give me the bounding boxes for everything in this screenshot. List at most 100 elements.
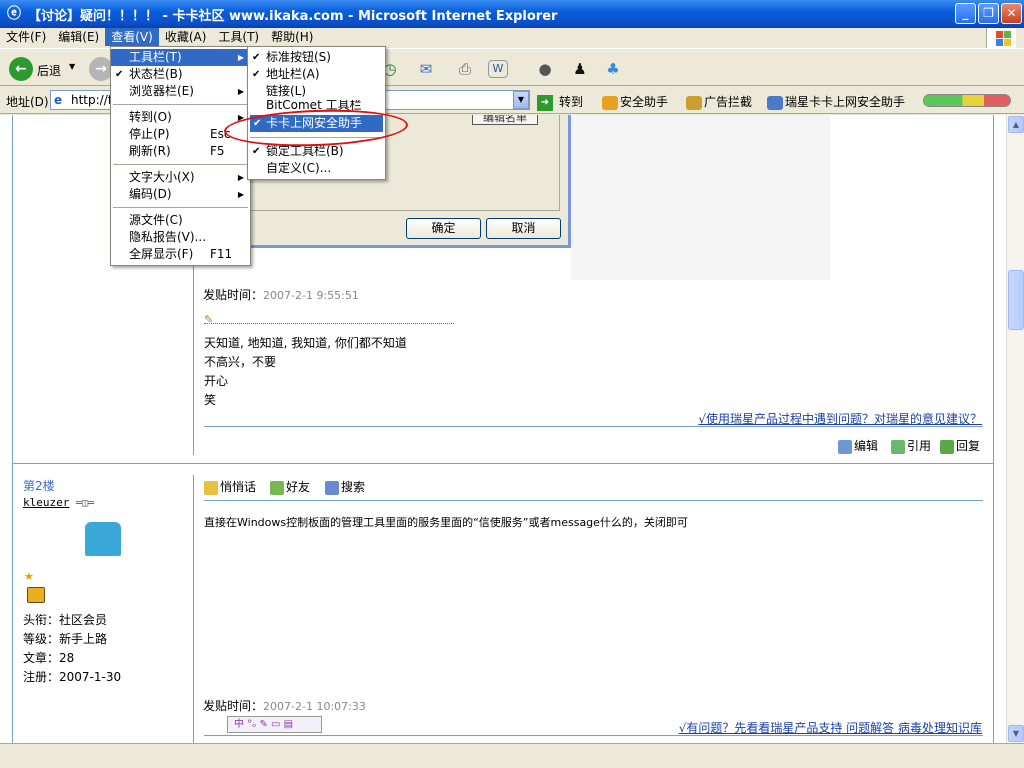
whisper-icon: [204, 480, 218, 495]
address-label: 地址(D): [6, 95, 49, 109]
toolbar-standard-buttons[interactable]: ✔ 标准按钮(S): [248, 49, 385, 66]
toolbar-address-bar[interactable]: ✔ 地址栏(A): [248, 66, 385, 83]
go-arrow-icon: ➜: [537, 94, 553, 111]
menu-favorites[interactable]: 收藏(A): [159, 28, 213, 46]
maximize-button[interactable]: ❐: [978, 3, 999, 24]
menu-separator: [113, 104, 248, 105]
print-icon[interactable]: ⎙: [452, 57, 478, 81]
toolbar-customize[interactable]: 自定义(C)...: [248, 160, 385, 177]
post1-line: 天知道, 地知道, 我知道, 你们都不知道: [204, 336, 407, 350]
post1-line: 不高兴，不要: [204, 355, 277, 369]
back-arrow-icon[interactable]: ←: [9, 57, 33, 81]
check-icon: ✔: [252, 146, 261, 157]
go-label: 转到: [559, 95, 584, 109]
edit-action[interactable]: 编辑: [838, 437, 878, 454]
back-button-label[interactable]: 后退: [37, 62, 61, 79]
menu-edit[interactable]: 编辑(E): [52, 28, 105, 46]
word-edit-icon[interactable]: W: [488, 60, 508, 78]
post-separator: [12, 463, 994, 464]
post1-divider: [204, 426, 983, 427]
post2-signature-link[interactable]: √有问题？先看看瑞星产品支持 问题解答 病毒处理知识库: [679, 719, 982, 736]
edit-icon: [838, 439, 852, 454]
reply-action[interactable]: 回复: [940, 437, 980, 454]
post2-floor: 第2楼: [23, 479, 55, 493]
search-icon: [325, 480, 339, 495]
rank-star-icon: ★: [24, 570, 34, 583]
security-helper-button[interactable]: 安全助手: [602, 93, 668, 110]
whisper-action[interactable]: 悄悄话: [204, 478, 256, 495]
view-menu-refresh[interactable]: 刷新(R) F5: [111, 143, 250, 160]
scroll-up-icon[interactable]: ▲: [1008, 116, 1024, 133]
menu-tools[interactable]: 工具(T): [212, 28, 265, 46]
address-dropdown-icon[interactable]: ▼: [513, 91, 529, 109]
view-menu-fullscreen[interactable]: 全屏显示(F) F11: [111, 246, 250, 263]
check-icon: ✔: [252, 52, 261, 63]
page-icon: e: [54, 93, 63, 107]
post2-register: 注册：2007-1-30: [23, 670, 122, 684]
view-menu-toolbars[interactable]: 工具栏(T) ▶: [111, 49, 250, 66]
windows-logo-icon: [986, 28, 1016, 48]
messenger-cat-icon[interactable]: ●: [532, 57, 558, 81]
ok-button: 确定: [406, 218, 481, 239]
view-menu-explorer-bar[interactable]: 浏览器栏(E) ▶: [111, 83, 250, 100]
post2-posts: 文章：28: [23, 651, 75, 665]
status-bar: [0, 743, 1024, 768]
search-action[interactable]: 搜索: [325, 478, 365, 495]
go-button[interactable]: ➜ 转到: [537, 93, 583, 111]
msn-messenger-icon[interactable]: ♣: [600, 57, 626, 81]
post1-line: 笑: [204, 393, 217, 407]
menu-separator: [113, 207, 248, 208]
signature-separator: ✎: [204, 312, 454, 326]
close-button[interactable]: ✕: [1001, 3, 1022, 24]
menu-separator: [113, 164, 248, 165]
post2-username[interactable]: kleuzer ═◫═: [23, 496, 94, 509]
back-dropdown-icon[interactable]: ▼: [69, 62, 75, 71]
post1-line: 开心: [204, 374, 229, 388]
toolbar-links[interactable]: 链接(L): [248, 83, 385, 100]
window-title: 【讨论】疑问！！！！ - 卡卡社区 www.ikaka.com - Micros…: [28, 8, 558, 24]
post2-divider: [204, 500, 983, 501]
qq-penguin-icon[interactable]: ♟: [567, 57, 593, 81]
view-menu-source[interactable]: 源文件(C): [111, 212, 250, 229]
rising-icon: [767, 95, 783, 110]
minimize-button[interactable]: _: [955, 3, 976, 24]
pencil-icon: ✎: [204, 313, 214, 326]
view-menu: 工具栏(T) ▶ ✔ 状态栏(B) 浏览器栏(E) ▶ 转到(O) ▶ 停止(P) Esc…: [110, 46, 251, 266]
menu-file[interactable]: 文件(F): [0, 28, 52, 46]
offline-plug-icon: ═◫═: [75, 498, 95, 509]
check-icon: ✔: [115, 69, 124, 80]
vertical-scrollbar[interactable]: ▲ ▼: [1006, 115, 1024, 743]
shield-icon: [602, 95, 618, 110]
edit-list-button: 编辑名单: [472, 115, 538, 125]
menu-help[interactable]: 帮助(H): [265, 28, 319, 46]
view-menu-text-size[interactable]: 文字大小(X) ▶: [111, 169, 250, 186]
post2-title: 头衔：社区会员: [23, 613, 108, 627]
title-bar: ⓔ 【讨论】疑问！！！！ - 卡卡社区 www.ikaka.com - Micr…: [0, 0, 1024, 28]
post2-column-divider: [193, 475, 194, 743]
post1-time: 发贴时间：2007-2-1 9:55:51: [203, 288, 359, 302]
ime-toolbar: 中 °ₒ ✎ ▭ ▤: [227, 716, 322, 733]
check-icon: ✔: [252, 69, 261, 80]
mail-icon[interactable]: ✉: [413, 57, 439, 81]
ad-block-icon: [686, 95, 702, 110]
post2-sig-divider: [204, 735, 983, 736]
post2-level: 等级：新手上路: [23, 632, 108, 646]
embedded-screenshot-area: [571, 115, 830, 280]
security-level-meter: [923, 94, 1011, 107]
view-menu-encoding[interactable]: 编码(D) ▶: [111, 186, 250, 203]
friend-icon: [270, 480, 284, 495]
rising-kaka-helper-button[interactable]: 瑞星卡卡上网安全助手: [767, 93, 905, 110]
menu-bar: 文件(F) 编辑(E) 查看(V) 收藏(A) 工具(T) 帮助(H): [0, 28, 1024, 46]
friend-action[interactable]: 好友: [270, 478, 310, 495]
quote-action[interactable]: 引用: [891, 437, 931, 454]
view-menu-privacy-report[interactable]: 隐私报告(V)...: [111, 229, 250, 246]
menu-view[interactable]: 查看(V): [105, 28, 159, 46]
view-menu-statusbar[interactable]: ✔ 状态栏(B): [111, 66, 250, 83]
scroll-thumb[interactable]: [1008, 270, 1024, 330]
ad-block-button[interactable]: 广告拦截: [686, 93, 752, 110]
reply-icon: [940, 439, 954, 454]
quote-icon: [891, 439, 905, 454]
post1-signature-link[interactable]: √使用瑞星产品过程中遇到问题？对瑞星的意见建议？: [698, 410, 982, 427]
post2-content: 直接在Windows控制板面的管理工具里面的服务里面的“信使服务”或者messa…: [204, 516, 688, 529]
scroll-down-icon[interactable]: ▼: [1008, 725, 1024, 742]
